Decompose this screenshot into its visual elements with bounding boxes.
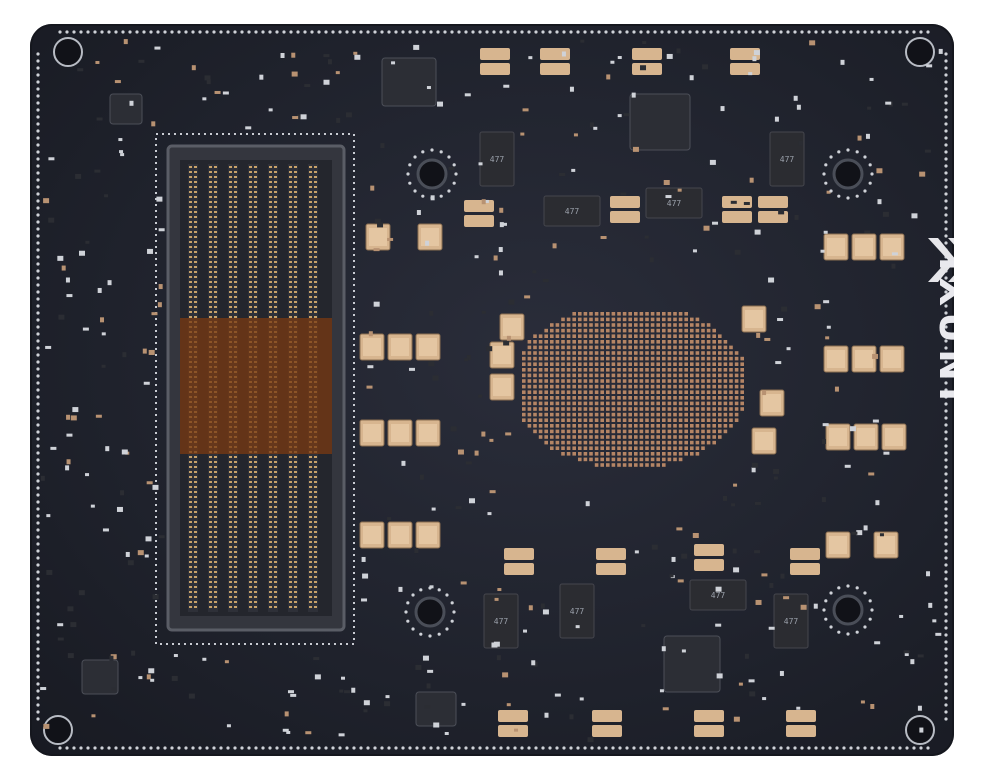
pcb-artwork: 477 477 477 477 477 477 477 477 <box>36 30 948 750</box>
svg-text:477: 477 <box>784 617 799 626</box>
svg-text:477: 477 <box>570 607 585 616</box>
svg-text:477: 477 <box>780 155 795 164</box>
bga-pad-array <box>522 312 744 467</box>
board-connector <box>155 133 355 645</box>
svg-text:477: 477 <box>490 155 505 164</box>
svg-text:477: 477 <box>494 617 509 626</box>
svg-text:477: 477 <box>711 591 726 600</box>
brand-logo: IXUNI <box>918 230 954 460</box>
svg-text:477: 477 <box>565 207 580 216</box>
brand-name: IXUNI <box>931 256 954 408</box>
pcb-board: 477 477 477 477 477 477 477 477 IXUNI <box>30 24 954 756</box>
svg-text:477: 477 <box>667 199 682 208</box>
